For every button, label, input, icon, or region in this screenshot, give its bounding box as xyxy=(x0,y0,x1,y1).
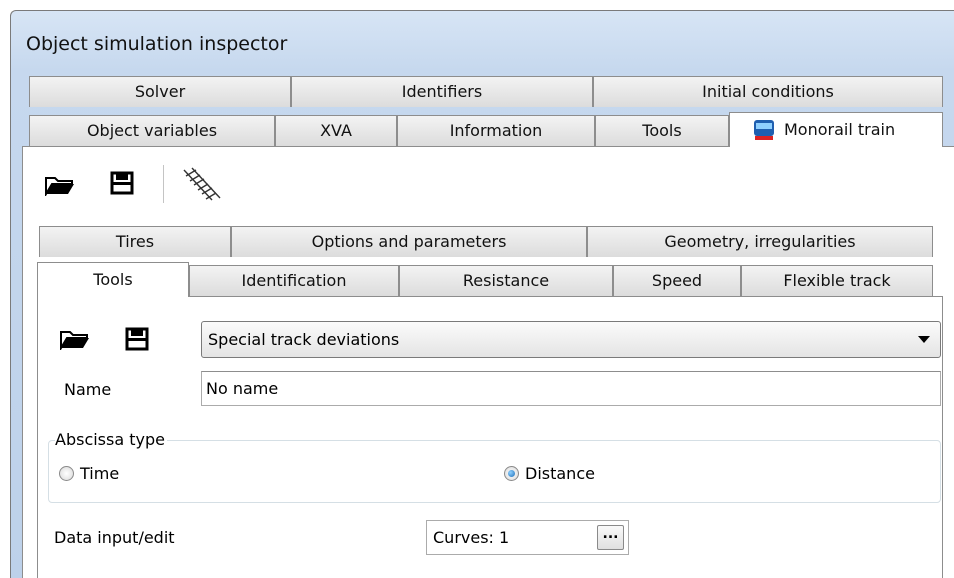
outer-tab-row-1: Solver Identifiers Initial conditions xyxy=(29,76,943,107)
curves-value: Curves: 1 xyxy=(433,528,510,547)
abscissa-type-group: Abscissa type Time Distance xyxy=(48,430,941,503)
tab-speed[interactable]: Speed xyxy=(613,265,741,296)
radio-distance-label: Distance xyxy=(525,464,595,483)
save-icon[interactable] xyxy=(109,169,135,197)
tab-identifiers[interactable]: Identifiers xyxy=(291,76,593,107)
inner-tab-row-1: Tires Options and parameters Geometry, i… xyxy=(39,226,933,257)
tab-solver[interactable]: Solver xyxy=(29,76,291,107)
data-input-label: Data input/edit xyxy=(54,528,175,547)
name-label: Name xyxy=(64,380,112,399)
tab-tools[interactable]: Tools xyxy=(595,115,729,146)
preset-combo[interactable]: Special track deviations xyxy=(201,321,941,358)
tab-xva[interactable]: XVA xyxy=(275,115,397,146)
name-field[interactable]: No name xyxy=(201,371,941,406)
ellipsis-button[interactable]: ... xyxy=(597,525,624,550)
outer-tab-row-2: Object variables XVA Information Tools M… xyxy=(29,112,943,147)
inner-tab-row-2: Tools Identification Resistance Speed Fl… xyxy=(37,262,933,297)
tab-geometry-irregularities[interactable]: Geometry, irregularities xyxy=(587,226,933,257)
tab-initial-conditions[interactable]: Initial conditions xyxy=(593,76,943,107)
tab-inner-tools[interactable]: Tools xyxy=(37,262,189,297)
radio-time-circle xyxy=(59,466,74,481)
monorail-train-panel: Tires Options and parameters Geometry, i… xyxy=(22,146,954,578)
tab-monorail-train-label: Monorail train xyxy=(784,120,896,139)
chevron-down-icon xyxy=(918,336,930,343)
radio-time[interactable]: Time xyxy=(59,464,119,483)
tools-panel: Special track deviations Name No name Ab… xyxy=(37,296,943,578)
save-preset-icon[interactable] xyxy=(124,325,150,353)
window-title: Object simulation inspector xyxy=(26,33,288,55)
tab-monorail-train[interactable]: Monorail train xyxy=(729,112,943,147)
tab-tires[interactable]: Tires xyxy=(39,226,231,257)
radio-distance-circle xyxy=(504,466,519,481)
radio-distance[interactable]: Distance xyxy=(504,464,595,483)
preset-combo-value: Special track deviations xyxy=(208,330,400,349)
abscissa-type-legend: Abscissa type xyxy=(55,430,167,449)
tab-options-and-parameters[interactable]: Options and parameters xyxy=(231,226,587,257)
tab-resistance[interactable]: Resistance xyxy=(399,265,613,296)
track-icon[interactable] xyxy=(179,165,223,205)
open-folder-icon[interactable] xyxy=(43,173,77,197)
tab-identification[interactable]: Identification xyxy=(189,265,399,296)
open-preset-icon[interactable] xyxy=(58,327,92,351)
tab-information[interactable]: Information xyxy=(397,115,595,146)
tab-flexible-track[interactable]: Flexible track xyxy=(741,265,933,296)
toolbar-separator xyxy=(163,165,164,203)
curves-field[interactable]: Curves: 1 ... xyxy=(426,520,629,555)
radio-time-label: Time xyxy=(80,464,120,483)
monorail-train-icon xyxy=(754,120,774,140)
tab-object-variables[interactable]: Object variables xyxy=(29,115,275,146)
